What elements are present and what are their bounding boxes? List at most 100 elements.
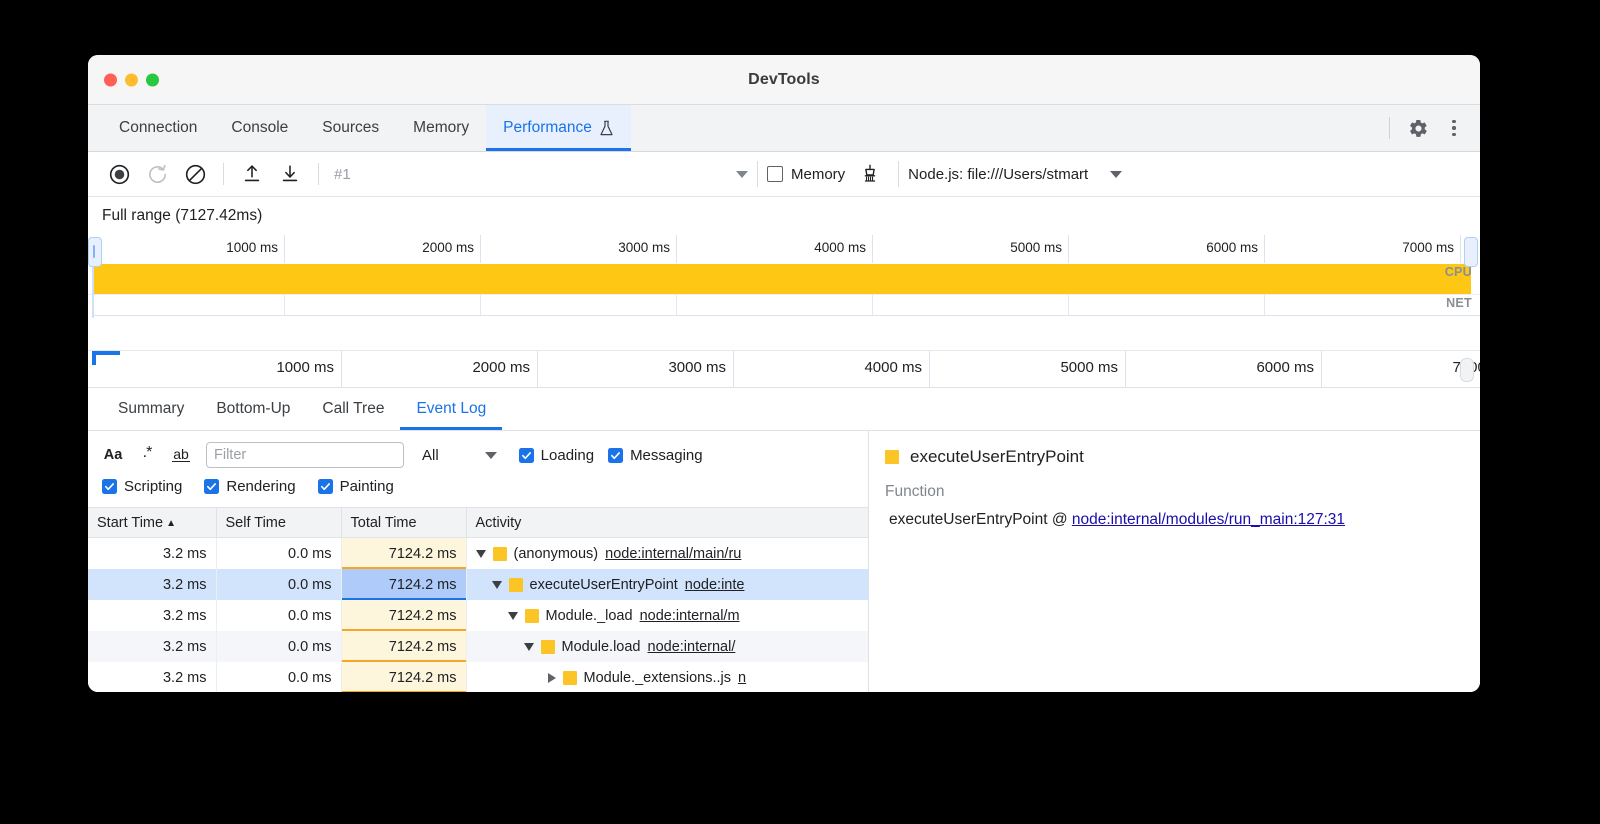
reload-and-record-button[interactable] [138,155,176,193]
column-header-self-time[interactable]: Self Time [216,508,341,538]
save-profile-button[interactable] [271,155,309,193]
target-select[interactable]: Node.js: file:///Users/stmart [908,166,1122,183]
tab-event-log-label: Event Log [416,400,486,418]
tab-bottom-up[interactable]: Bottom-Up [200,388,306,430]
filter-checkbox-messaging[interactable]: Messaging [608,447,703,464]
event-color-swatch [525,609,539,623]
cell-total-time: 7124.2 ms [341,631,466,662]
tab-summary[interactable]: Summary [102,388,200,430]
toolbar-divider [757,161,758,187]
upload-arrow-icon [241,163,263,185]
regex-button[interactable]: .* [132,440,162,470]
detail-entry-row: executeUserEntryPoint @ node:internal/mo… [885,511,1480,529]
table-row[interactable]: 3.2 ms 0.0 ms 7124.2 ms Module._extensio… [88,662,868,692]
expand-triangle-icon[interactable] [508,612,518,620]
checkbox-checked-icon [519,448,534,463]
tick-label: 2000 ms [472,359,530,376]
checkbox-checked-icon [102,479,117,494]
filter-checkbox-rendering[interactable]: Rendering [204,478,295,495]
settings-button[interactable] [1402,112,1434,144]
expand-triangle-icon[interactable] [548,673,556,683]
expand-triangle-icon[interactable] [476,550,486,558]
more-options-button[interactable] [1438,112,1470,144]
table-row[interactable]: 3.2 ms 0.0 ms 7124.2 ms Module.load node… [88,631,868,662]
event-detail-pane: executeUserEntryPoint Function executeUs… [869,431,1480,692]
cell-activity: (anonymous) node:internal/main/ru [466,538,868,570]
timeline-overview[interactable]: 1000 ms 2000 ms 3000 ms 4000 ms 5000 ms … [88,235,1480,351]
memory-checkbox[interactable]: Memory [767,166,845,183]
detail-entry-link[interactable]: node:internal/modules/run_main:127:31 [1072,511,1345,528]
tab-performance[interactable]: Performance [486,105,631,151]
activity-url[interactable]: n [738,670,746,686]
expand-triangle-icon[interactable] [492,581,502,589]
activity-url[interactable]: node:internal/main/ru [605,546,741,562]
detail-entry-name: executeUserEntryPoint @ [889,511,1068,528]
checkbox-checked-icon [318,479,333,494]
chevron-down-icon[interactable] [485,452,497,459]
filter-checkbox-scripting[interactable]: Scripting [102,478,182,495]
timeline-ruler-top: 1000 ms 2000 ms 3000 ms 4000 ms 5000 ms … [88,235,1480,263]
detail-section-label: Function [885,483,1480,501]
cell-start-time: 3.2 ms [88,538,216,570]
close-window-icon[interactable] [104,73,117,86]
tab-console[interactable]: Console [214,105,305,151]
whole-word-button[interactable]: ab [166,442,196,468]
column-header-total-time[interactable]: Total Time [341,508,466,538]
column-header-activity[interactable]: Activity [466,508,868,538]
filter-checkbox-loading[interactable]: Loading [519,447,594,464]
match-case-button[interactable]: Aa [98,442,128,468]
table-row[interactable]: 3.2 ms 0.0 ms 7124.2 ms (anonymous) node… [88,538,868,570]
selection-left-edge [92,264,94,318]
tab-sources[interactable]: Sources [305,105,396,151]
gear-icon [1408,118,1429,139]
tick-label: 4000 ms [864,359,922,376]
table-row[interactable]: 3.2 ms 0.0 ms 7124.2 ms Module._load nod… [88,600,868,631]
traffic-light-buttons[interactable] [104,73,159,86]
collect-garbage-button[interactable] [851,155,889,193]
tick-label: 3000 ms [618,240,670,255]
toolbar-divider [1389,117,1390,139]
filter-checkbox-rendering-label: Rendering [226,478,295,495]
recording-history-select[interactable]: #1 [328,166,748,183]
record-button[interactable] [100,155,138,193]
tab-performance-label: Performance [503,119,592,137]
minimize-window-icon[interactable] [125,73,138,86]
full-range-label: Full range (7127.42ms) [88,197,1480,235]
filter-checkbox-painting[interactable]: Painting [318,478,394,495]
event-log-table-wrap[interactable]: Start Time▲ Self Time Total Time Activit… [88,507,868,692]
maximize-window-icon[interactable] [146,73,159,86]
table-row[interactable]: 3.2 ms 0.0 ms 7124.2 ms executeUserEntry… [88,569,868,600]
tab-sources-label: Sources [322,119,379,137]
tick-label: 1000 ms [226,240,278,255]
cell-activity: Module.load node:internal/ [466,631,868,662]
cell-start-time: 3.2 ms [88,600,216,631]
filter-checkbox-scripting-label: Scripting [124,478,182,495]
tab-call-tree[interactable]: Call Tree [306,388,400,430]
activity-name: executeUserEntryPoint [530,577,678,593]
tab-event-log[interactable]: Event Log [400,388,502,430]
match-case-icon: Aa [104,447,123,463]
expand-triangle-icon[interactable] [524,643,534,651]
activity-url[interactable]: node:internal/m [640,608,740,624]
download-arrow-icon [279,163,301,185]
activity-url[interactable]: node:internal/ [648,639,736,655]
cell-self-time: 0.0 ms [216,662,341,692]
memory-checkbox-label: Memory [791,166,845,183]
activity-url[interactable]: node:inte [685,577,745,593]
tab-connection[interactable]: Connection [102,105,214,151]
tab-memory[interactable]: Memory [396,105,486,151]
range-selection-left-handle[interactable] [88,237,102,267]
timeline-scrollbar-thumb[interactable] [1460,358,1474,382]
column-header-start-time[interactable]: Start Time▲ [88,508,216,538]
tick-label: 1000 ms [276,359,334,376]
trash-broom-icon [859,163,881,185]
clear-recording-button[interactable] [176,155,214,193]
cell-start-time: 3.2 ms [88,662,216,692]
timeline-ruler-bottom: 1000 ms 2000 ms 3000 ms 4000 ms 5000 ms … [88,351,1480,388]
checkbox-checked-icon [204,479,219,494]
load-profile-button[interactable] [233,155,271,193]
cpu-band-label: CPU [1445,265,1472,279]
cell-start-time: 3.2 ms [88,569,216,600]
filter-input[interactable] [206,442,404,468]
range-selection-right-handle[interactable] [1464,237,1478,267]
